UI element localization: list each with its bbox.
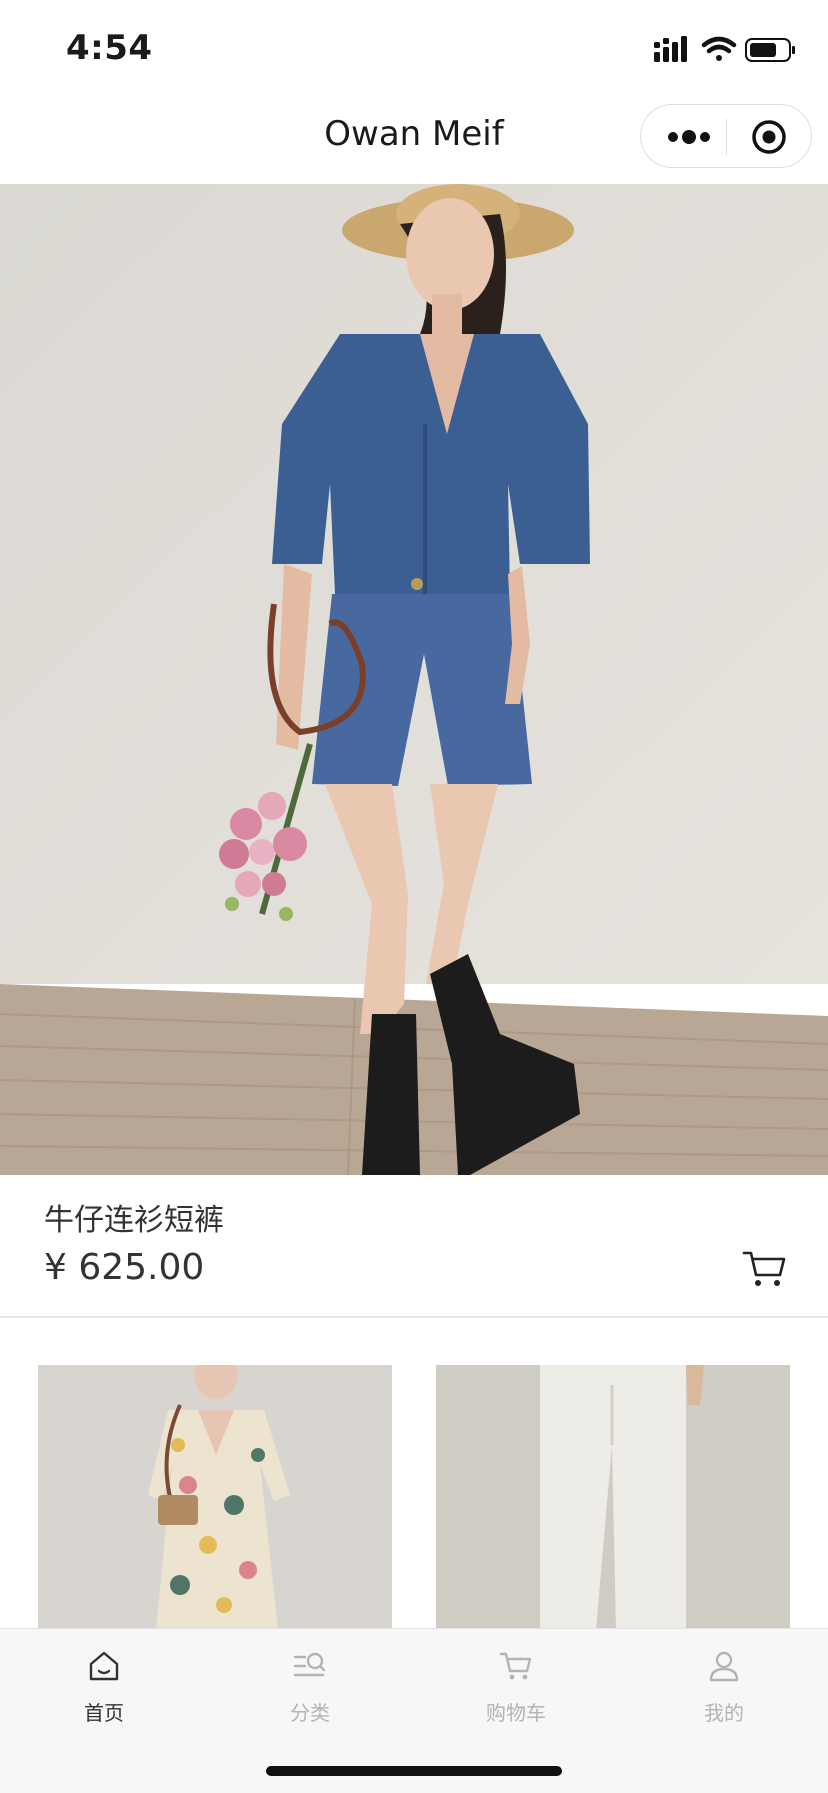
- home-icon: [89, 1651, 119, 1681]
- tab-category[interactable]: 分类: [250, 1649, 370, 1726]
- category-search-icon: [293, 1652, 326, 1677]
- more-dots-icon[interactable]: [665, 125, 713, 149]
- hero-product-image[interactable]: [0, 184, 828, 1175]
- shopping-cart-icon[interactable]: [742, 1249, 786, 1289]
- floral-dress-photo: [38, 1365, 392, 1630]
- cellular-signal-icon: [654, 36, 687, 62]
- status-time: 4:54: [66, 28, 153, 68]
- status-bar: 4:54: [0, 0, 828, 96]
- mini-program-capsule: [640, 104, 812, 168]
- tab-profile[interactable]: 我的: [664, 1649, 784, 1726]
- product-price: ¥ 625.00: [44, 1247, 205, 1288]
- product-info[interactable]: 牛仔连衫短裤 ¥ 625.00: [0, 1175, 828, 1317]
- capsule-divider: [726, 119, 727, 155]
- home-indicator[interactable]: [266, 1766, 562, 1776]
- target-circle-icon[interactable]: [751, 119, 787, 155]
- grid-product-floral-dress[interactable]: [38, 1365, 392, 1630]
- grid-product-white-trousers[interactable]: [436, 1365, 790, 1630]
- battery-icon: [745, 38, 795, 62]
- tab-category-label: 分类: [290, 1701, 330, 1725]
- cart-icon: [499, 1652, 532, 1680]
- status-icons: [654, 36, 795, 62]
- user-icon: [709, 1651, 739, 1682]
- white-trousers-photo: [436, 1365, 790, 1630]
- wifi-icon: [701, 36, 737, 61]
- tab-profile-label: 我的: [704, 1701, 744, 1725]
- section-divider: [0, 1316, 828, 1318]
- tab-home[interactable]: 首页: [44, 1649, 164, 1726]
- tab-cart-label: 购物车: [486, 1701, 546, 1725]
- tab-cart[interactable]: 购物车: [456, 1649, 576, 1726]
- tab-home-label: 首页: [84, 1701, 124, 1725]
- product-name[interactable]: 牛仔连衫短裤: [44, 1195, 224, 1239]
- model-photo: [0, 184, 828, 1175]
